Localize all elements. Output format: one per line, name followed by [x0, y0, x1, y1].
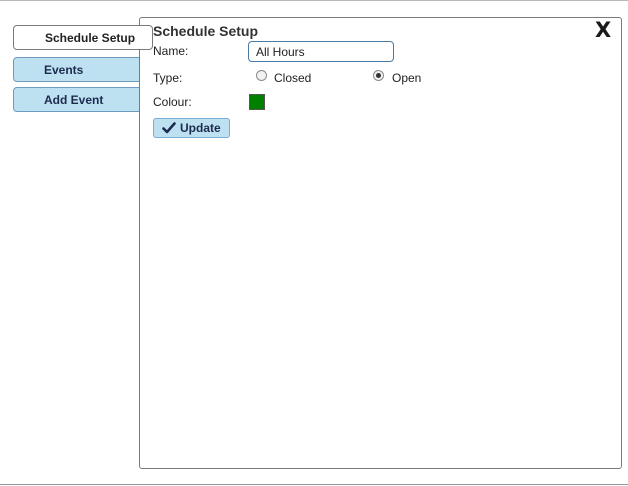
radio-selected-dot	[376, 73, 381, 78]
update-button[interactable]: Update	[153, 118, 230, 138]
name-input[interactable]	[248, 41, 394, 62]
tab-add-event[interactable]: Add Event	[13, 87, 153, 112]
colour-label: Colour:	[153, 95, 192, 109]
tab-label: Schedule Setup	[45, 31, 136, 45]
close-icon[interactable]: X	[595, 20, 611, 41]
tab-events[interactable]: Events	[13, 57, 153, 82]
tab-label: Add Event	[44, 93, 104, 107]
colour-swatch[interactable]	[249, 94, 265, 110]
update-label: Update	[180, 121, 221, 135]
panel-title: Schedule Setup	[153, 23, 259, 39]
bottom-divider	[0, 484, 628, 485]
tab-label: Events	[44, 63, 84, 77]
type-open-label[interactable]: Open	[392, 71, 421, 85]
type-open-radio[interactable]	[373, 70, 384, 81]
check-icon	[162, 122, 176, 134]
type-label: Type:	[153, 71, 183, 85]
name-label: Name:	[153, 44, 189, 58]
schedule-setup-panel: Schedule Setup X Name: Type: Closed Open…	[139, 17, 622, 469]
type-closed-label[interactable]: Closed	[274, 71, 311, 85]
top-divider	[0, 0, 628, 1]
type-closed-radio[interactable]	[256, 70, 267, 81]
tab-schedule-setup[interactable]: Schedule Setup	[13, 25, 153, 50]
